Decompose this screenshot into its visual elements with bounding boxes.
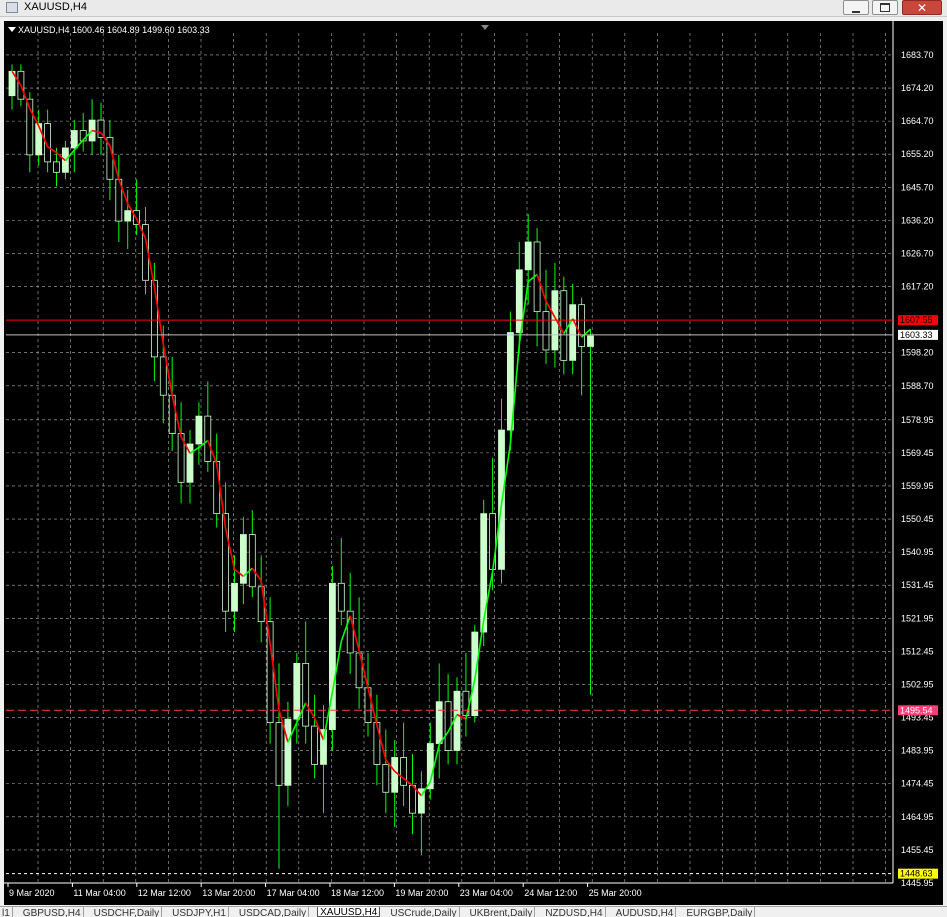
triangle-down-icon [8, 27, 16, 32]
x-tick-label: 19 Mar 20:00 [395, 888, 448, 898]
candle-body [391, 757, 399, 793]
candle-body [159, 356, 167, 396]
candle-body [400, 757, 408, 786]
x-tick-label: 25 Mar 20:00 [589, 888, 642, 898]
candle-body [168, 394, 176, 434]
candle-body [480, 513, 488, 633]
price-label-current: 1603.33 [900, 330, 933, 340]
candle-body [560, 290, 568, 361]
y-tick-label: 1664.70 [901, 116, 934, 126]
y-tick-label: 1540.95 [901, 547, 934, 557]
minimize-button[interactable] [843, 0, 869, 15]
maximize-button[interactable] [872, 0, 898, 15]
candle-body [515, 269, 523, 333]
candle-body [124, 210, 132, 222]
window-titlebar: XAUUSD,H4 ✕ [0, 0, 947, 17]
candle-body [409, 784, 416, 814]
y-tick-label: 1559.95 [901, 481, 934, 491]
candle-body [195, 415, 203, 445]
y-tick-label: 1483.95 [901, 746, 934, 756]
x-tick-label: 18 Mar 12:00 [331, 888, 384, 898]
candle-body [364, 687, 372, 724]
close-button[interactable]: ✕ [902, 0, 942, 15]
y-tick-label: 1550.45 [901, 514, 934, 524]
window-title: XAUUSD,H4 [24, 1, 87, 13]
x-tick-label: 13 Mar 20:00 [202, 888, 255, 898]
y-tick-label: 1569.45 [901, 448, 934, 458]
price-chart[interactable]: 1683.70 1674.20 1664.70 1655.20 1645.70 1636.… [4, 21, 943, 905]
y-tick-label: 1512.45 [901, 646, 934, 656]
candle-body [471, 631, 479, 717]
minimize-icon [852, 10, 860, 13]
y-tick-label: 1531.45 [901, 580, 934, 590]
candle-body [435, 701, 443, 744]
y-tick-label: 1645.70 [901, 182, 934, 192]
y-tick-label: 1617.20 [901, 282, 934, 292]
candle-body [311, 725, 319, 765]
maximize-icon [880, 3, 890, 12]
x-tick-label: 24 Mar 12:00 [524, 888, 577, 898]
y-tick-label: 1674.20 [901, 83, 934, 93]
chart-shift-marker [481, 25, 489, 30]
chart-canvas[interactable]: 1683.70 1674.20 1664.70 1655.20 1645.70 1636.… [4, 21, 943, 905]
symbol-info-text: XAUUSD,H4 1600.46 1604.89 1499.60 1603.3… [18, 25, 210, 35]
price-label-support: 1495.54 [900, 705, 933, 715]
candle-body [53, 161, 60, 173]
x-tick-label: 11 Mar 04:00 [73, 888, 125, 898]
candle-body [231, 582, 238, 612]
chart-tab-bar: l1 GBPUSD,H4 USDCHF,Daily USDJPY,H1 USDCAD,D… [0, 906, 947, 917]
price-label-resistance: 1607.55 [900, 315, 933, 325]
candle-body [382, 764, 390, 793]
y-tick-label: 1655.20 [901, 149, 934, 159]
candle-body [373, 722, 381, 765]
candle-body [248, 534, 256, 588]
x-tick-label: 23 Mar 04:00 [460, 888, 513, 898]
y-tick-label: 1455.45 [901, 845, 934, 855]
y-tick-label: 1464.95 [901, 812, 934, 822]
y-tick-label: 1626.70 [901, 248, 934, 258]
x-tick-label: 17 Mar 04:00 [267, 888, 320, 898]
y-tick-label: 1502.95 [901, 679, 934, 689]
candle-body [284, 718, 292, 786]
candle-body [542, 311, 550, 351]
y-tick-label: 1521.95 [901, 613, 934, 623]
price-label-low: 1448.63 [900, 869, 933, 879]
x-tick-label: 9 Mar 2020 [9, 888, 55, 898]
y-tick-label: 1474.45 [901, 779, 934, 789]
y-tick-label: 1683.70 [901, 50, 934, 60]
y-tick-label: 1636.20 [901, 215, 934, 225]
tab-xauusd-h4[interactable]: XAUUSD,H4 [317, 907, 381, 917]
candle-body [587, 335, 594, 347]
candle-body [569, 304, 577, 361]
y-tick-label: 1578.95 [901, 415, 934, 425]
y-tick-label: 1445.95 [901, 878, 934, 888]
candle-body [302, 663, 310, 727]
candle-body [204, 415, 212, 462]
candle-body [70, 130, 78, 149]
y-tick-label: 1598.20 [901, 348, 934, 358]
candle-body [524, 241, 532, 271]
candle-body [266, 621, 274, 724]
candle-body [275, 722, 283, 786]
candle-body [578, 304, 585, 347]
chart-window-icon [6, 2, 18, 13]
y-tick-label: 1588.70 [901, 381, 934, 391]
candle-body [453, 690, 461, 751]
close-icon: ✕ [916, 1, 928, 15]
candle-body [35, 123, 43, 156]
chart-symbol-info: XAUUSD,H4 1600.46 1604.89 1499.60 1603.3… [8, 25, 210, 35]
candle-body [337, 582, 345, 612]
x-tick-label: 12 Mar 12:00 [138, 888, 191, 898]
